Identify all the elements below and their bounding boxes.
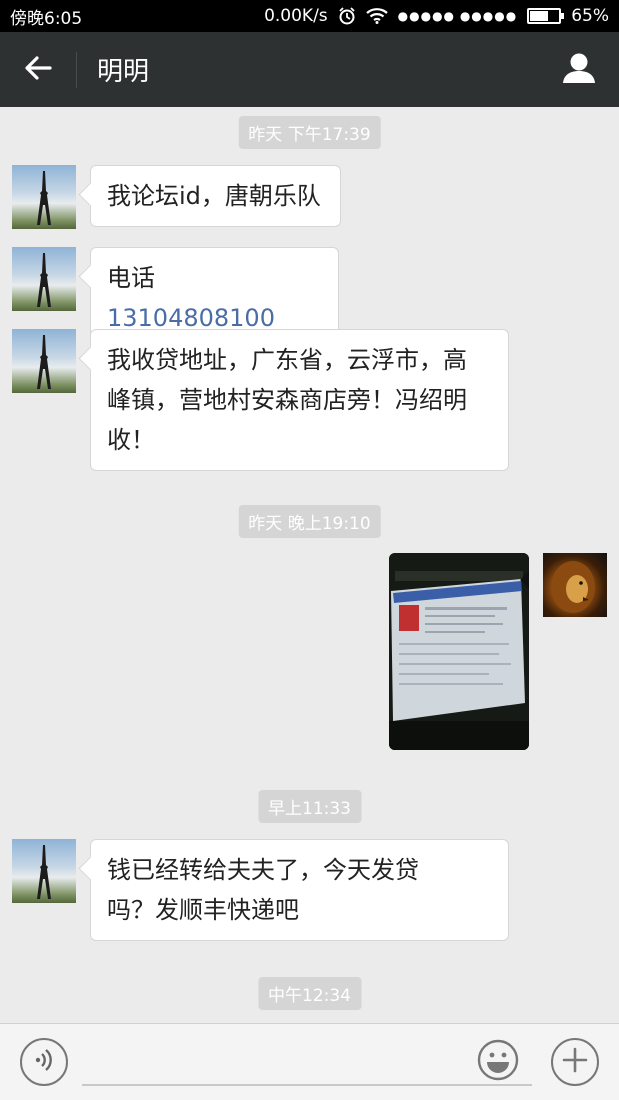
- chat-title: 明明: [97, 57, 150, 87]
- status-time: 傍晚6:05: [10, 8, 83, 29]
- person-icon: [562, 52, 596, 88]
- monitor-photo: [389, 553, 529, 750]
- message-text: 电话: [107, 264, 155, 292]
- tv-tower-image: [37, 253, 51, 307]
- contact-avatar[interactable]: [12, 329, 76, 393]
- voice-icon: [33, 1048, 55, 1076]
- tv-tower-image: [37, 845, 51, 899]
- message-bubble[interactable]: 我论坛id，唐朝乐队: [90, 165, 341, 227]
- battery-percent: 65%: [571, 6, 609, 26]
- message-list[interactable]: 昨天 下午17:39 我论坛id，唐朝乐队 电话 13104808100 我收贷地…: [0, 107, 619, 1023]
- voice-button[interactable]: [20, 1038, 68, 1086]
- battery-icon: [527, 8, 565, 24]
- status-bar: 傍晚6:05 0.00K/s ●●●●● ●●●●● 65%: [0, 0, 619, 32]
- wifi-icon: [365, 8, 388, 24]
- input-bar: [0, 1023, 619, 1100]
- back-button[interactable]: [0, 32, 76, 107]
- message-input[interactable]: [82, 1084, 532, 1086]
- plus-icon: [562, 1047, 588, 1077]
- tv-tower-image: [37, 171, 51, 225]
- phone-number-link[interactable]: 13104808100: [107, 304, 275, 332]
- chat-header: 明明: [0, 32, 619, 107]
- sent-image[interactable]: [389, 553, 529, 750]
- lion-image: [551, 561, 595, 613]
- contact-avatar[interactable]: [12, 247, 76, 311]
- tv-tower-image: [37, 335, 51, 389]
- plus-button[interactable]: [551, 1038, 599, 1086]
- message-text: 我论坛id，唐朝乐队: [107, 182, 321, 210]
- message-text-line: 吗？发顺丰快递吧: [107, 896, 299, 924]
- message-text-line: 收！: [107, 426, 155, 454]
- my-avatar[interactable]: [543, 553, 607, 617]
- timestamp: 中午12:34: [258, 977, 361, 1010]
- contact-profile-button[interactable]: [539, 32, 619, 107]
- contact-avatar[interactable]: [12, 165, 76, 229]
- message-text-line: 峰镇，营地村安森商店旁！冯绍明: [107, 386, 467, 414]
- timestamp: 早上11:33: [258, 790, 361, 823]
- battery-fill: [530, 11, 549, 21]
- header-divider: [76, 51, 77, 88]
- message-text-line: 我收贷地址，广东省，云浮市，高: [107, 346, 467, 374]
- signal-dots: ●●●●● ●●●●●: [397, 9, 518, 23]
- contact-avatar[interactable]: [12, 839, 76, 903]
- timestamp: 昨天 下午17:39: [238, 116, 381, 149]
- message-text-line: 钱已经转给夫夫了，今天发贷: [107, 856, 419, 884]
- alarm-icon: [338, 7, 356, 25]
- network-speed: 0.00K/s: [264, 6, 328, 26]
- timestamp: 昨天 晚上19:10: [238, 505, 381, 538]
- message-bubble[interactable]: 我收贷地址，广东省，云浮市，高 峰镇，营地村安森商店旁！冯绍明 收！: [90, 329, 509, 471]
- arrow-left-icon: [24, 55, 52, 84]
- emoji-icon: [476, 1038, 520, 1086]
- emoji-button[interactable]: [474, 1038, 522, 1086]
- message-bubble[interactable]: 钱已经转给夫夫了，今天发贷 吗？发顺丰快递吧: [90, 839, 509, 941]
